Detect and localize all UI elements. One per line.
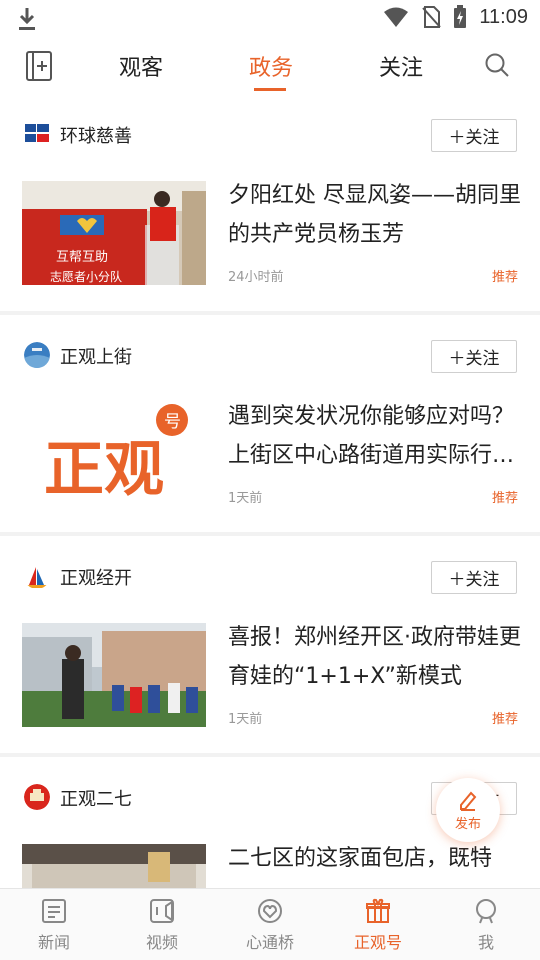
source-logo: [24, 121, 50, 147]
pencil-icon: [460, 791, 477, 811]
publish-time: 1天前: [228, 491, 263, 506]
tab-zhengwu[interactable]: 政务: [249, 50, 293, 82]
nav-video[interactable]: 视频: [112, 897, 212, 953]
recommend-tag: 推荐: [491, 491, 518, 506]
article-thumbnail[interactable]: 互帮互助 志愿者小分队: [22, 181, 206, 285]
tab-guanzhu[interactable]: 关注: [379, 50, 423, 82]
news-icon: [42, 899, 66, 923]
clock: 11:09: [479, 5, 528, 28]
battery-charging-icon: [454, 5, 467, 28]
follow-button[interactable]: ＋关注: [431, 119, 517, 152]
source-name[interactable]: 正观经开: [60, 564, 132, 590]
recommend-tag: 推荐: [491, 712, 518, 727]
active-tab-indicator: [254, 88, 286, 91]
source-name[interactable]: 正观上街: [60, 343, 132, 369]
feed-card[interactable]: 正观经开 ＋关注 喜报！郑州经开区·政府带娃更育娃的“1+1+X”新模式 1天前…: [0, 536, 540, 753]
huanqiu-logo-icon: [25, 123, 49, 145]
article-thumbnail[interactable]: [22, 844, 206, 888]
nav-label: 视频: [145, 933, 178, 952]
tab-guanke[interactable]: 观客: [119, 50, 163, 82]
article-title[interactable]: 喜报！郑州经开区·政府带娃更育娃的“1+1+X”新模式: [228, 618, 522, 696]
profile-icon: [476, 899, 496, 924]
nav-label: 心通桥: [245, 933, 294, 952]
zhengguan-jingkai-logo-icon: [26, 567, 48, 588]
publish-label: 发布: [454, 816, 481, 832]
source-name[interactable]: 正观二七: [60, 785, 132, 811]
thumb-logo-text: 正观: [44, 435, 164, 505]
article-thumbnail[interactable]: [22, 623, 206, 727]
thumb-text-1: 互帮互助: [56, 250, 108, 265]
article-title[interactable]: 遇到突发状况你能够应对吗？上街区中心路街道用实际行动告诉你: [228, 397, 522, 475]
article-title[interactable]: 夕阳红处 尽显风姿——胡同里的共产党员杨玉芳: [228, 176, 522, 254]
thumb-text-2: 志愿者小分队: [50, 269, 122, 284]
nav-xintongqiao[interactable]: 心通桥: [220, 897, 320, 953]
publish-time: 1天前: [228, 712, 263, 727]
source-logo: [24, 784, 50, 810]
publish-button[interactable]: 发布: [436, 778, 500, 842]
follow-button[interactable]: ＋关注: [431, 340, 517, 373]
gift-icon: [366, 898, 390, 923]
no-sim-icon: [422, 6, 442, 28]
zhengguan-shangjie-logo-icon: [24, 342, 50, 368]
video-icon: [150, 899, 174, 923]
download-icon: [19, 8, 35, 30]
nav-news[interactable]: 新闻: [4, 897, 104, 953]
nav-label: 新闻: [37, 933, 70, 952]
heart-bridge-icon: [258, 899, 282, 923]
source-name[interactable]: 环球慈善: [60, 122, 132, 148]
nav-zhengguanhao[interactable]: 正观号: [328, 897, 428, 953]
article-thumbnail[interactable]: 号 正观: [22, 402, 206, 506]
top-navigation: 观客 政务 关注: [0, 38, 540, 94]
thumb-badge: 号: [164, 412, 181, 432]
publish-time: 24小时前: [228, 270, 284, 285]
source-logo: [24, 342, 50, 368]
nav-label: 我: [477, 933, 494, 952]
news-feed: 环球慈善 ＋关注 互帮互助 志愿者小分队 夕阳红处 尽显风姿——胡同里的共产党员…: [0, 94, 540, 888]
bottom-navigation: 新闻 视频 心通桥 正观号 我: [0, 888, 540, 960]
zhengguan-erqi-logo-icon: [24, 784, 50, 810]
wifi-icon: [384, 7, 409, 27]
nav-me[interactable]: 我: [436, 897, 536, 953]
article-title[interactable]: 二七区的这家面包店，既特: [228, 839, 522, 878]
feed-card[interactable]: 环球慈善 ＋关注 互帮互助 志愿者小分队 夕阳红处 尽显风姿——胡同里的共产党员…: [0, 94, 540, 311]
add-tab-icon[interactable]: [26, 51, 52, 81]
feed-card[interactable]: 正观上街 ＋关注 号 正观 遇到突发状况你能够应对吗？上街区中心路街道用实际行动…: [0, 315, 540, 532]
search-icon[interactable]: [484, 52, 510, 78]
status-bar: 11:09: [0, 0, 540, 38]
follow-button[interactable]: ＋关注: [431, 561, 517, 594]
source-logo: [24, 563, 50, 589]
recommend-tag: 推荐: [491, 270, 518, 285]
nav-label: 正观号: [353, 933, 402, 952]
